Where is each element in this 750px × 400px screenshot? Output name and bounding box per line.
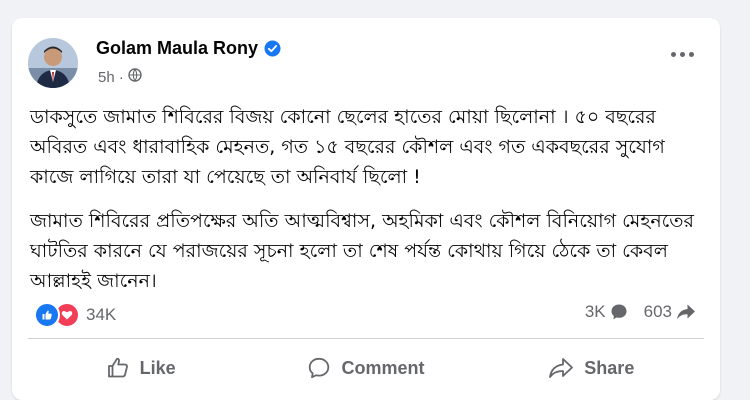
share-icon [549,358,574,378]
comment-icon [309,357,330,379]
reactions-summary[interactable]: 34K [34,302,116,328]
like-button[interactable]: Like [28,340,253,396]
share-count-value: 603 [643,302,672,321]
comment-label: Comment [341,357,425,378]
avatar[interactable] [28,38,78,88]
post-card: Golam Maula Rony 5h · ডাকসুতে জামাত শিবি… [12,18,720,400]
post-body: ডাকসুতে জামাত শিবিরের বিজয় কোনো ছেলের হ… [30,102,710,310]
share-count-icon [677,304,695,320]
post-actions: Like Comment Share [28,340,704,396]
comment-button[interactable]: Comment [253,340,478,396]
comment-count[interactable]: 3K [585,302,628,322]
post-paragraph-2: জামাত শিবিরের প্রতিপক্ষের অতি আত্মবিশ্বা… [30,210,694,292]
like-reaction-icon [34,302,60,328]
like-icon [107,357,128,378]
author-row: Golam Maula Rony [96,38,281,59]
like-label: Like [139,357,176,378]
post-paragraph-1: ডাকসুতে জামাত শিবিরের বিজয় কোনো ছেলের হ… [30,106,665,188]
share-button[interactable]: Share [479,340,704,396]
post-time[interactable]: 5h [98,69,115,86]
actions-divider [28,338,704,339]
comment-count-icon [611,304,627,320]
reaction-count: 34K [86,305,117,324]
share-label: Share [584,357,635,378]
share-count[interactable]: 603 [644,302,696,322]
globe-icon[interactable] [127,68,142,86]
author-name[interactable]: Golam Maula Rony [96,38,258,59]
engagement-counts: 3K 603 [585,302,696,322]
comment-count-value: 3K [584,302,606,321]
more-options-icon[interactable] [671,52,694,57]
verified-badge-icon [264,40,281,57]
meta-separator: · [118,68,124,86]
post-meta: 5h · [98,68,142,86]
